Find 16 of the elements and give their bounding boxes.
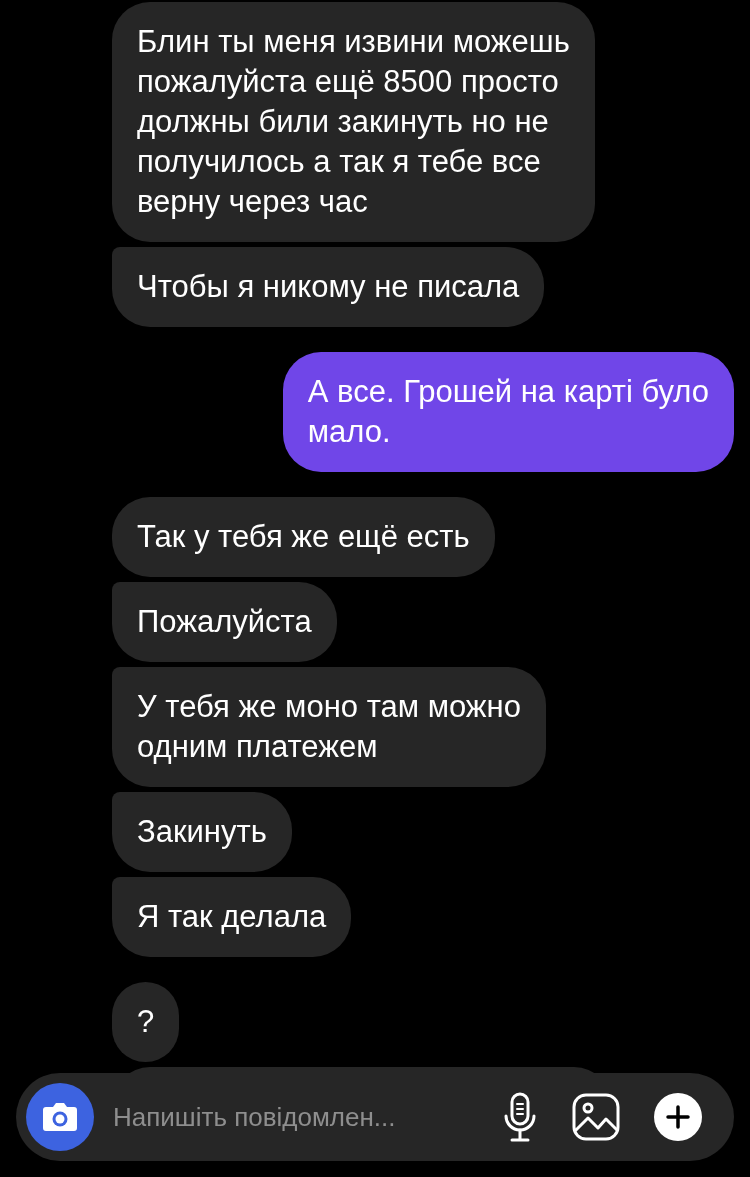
message-bubble: ?	[112, 982, 180, 1062]
image-icon	[572, 1093, 620, 1141]
message-bubble: Пожалуйста	[112, 582, 337, 662]
microphone-icon	[502, 1092, 538, 1142]
camera-icon	[42, 1102, 78, 1132]
message-bubble: Блин ты меня извини можешь пожалуйста ещё 8500 просто должны били закинуть но не получилось а так я тебе все верну через час	[112, 2, 595, 242]
camera-button[interactable]	[26, 1083, 94, 1151]
message-bubble: Так у тебя же ещё есть	[112, 497, 495, 577]
message-bubble: Чтобы я никому не писала	[112, 247, 545, 327]
add-button[interactable]	[654, 1093, 702, 1141]
message-bubble: А все. Грошей на карті було мало.	[282, 352, 734, 472]
plus-icon	[666, 1105, 690, 1129]
message-input[interactable]: Напишіть повідомлен...	[113, 1097, 483, 1137]
message-bubble: Закинуть	[112, 792, 292, 872]
message-bubble: У тебя же моно там можно одним платежем	[112, 667, 546, 787]
message-bubble: Я так делала	[112, 877, 352, 957]
